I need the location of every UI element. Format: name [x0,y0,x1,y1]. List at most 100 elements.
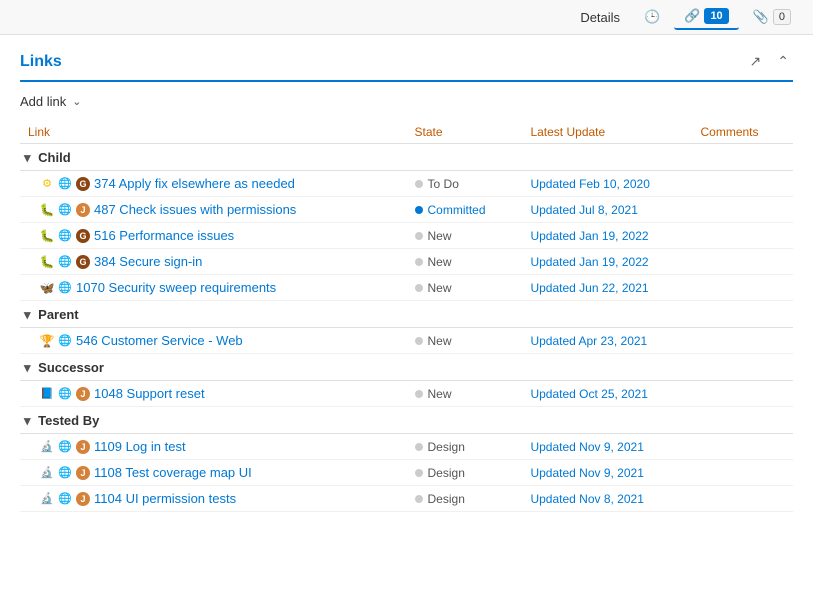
attachments-count-badge: 0 [773,9,791,25]
state-td: Committed [407,197,523,223]
details-tab[interactable]: Details [570,6,630,29]
work-item-link[interactable]: 487 Check issues with permissions [94,202,296,217]
state-cell: Design [415,440,515,454]
update-label: Updated Jun 22, 2021 [530,281,648,295]
state-label: New [428,255,452,269]
state-label: Design [428,466,465,480]
links-header: Links ↗ ⌃ [20,51,793,82]
work-item-link[interactable]: 1109 Log in test [94,439,186,454]
attachments-tab[interactable]: 📎 0 [743,5,801,29]
state-td: New [407,275,523,301]
links-title: Links [20,53,62,71]
link-cell: 🐛🌐J487 Check issues with permissions [28,202,399,217]
group-row: ▾ Child [20,144,793,171]
work-item-link[interactable]: 374 Apply fix elsewhere as needed [94,176,295,191]
update-label: Updated Jul 8, 2021 [530,203,637,217]
header-actions: ↗ ⌃ [746,51,793,72]
group-toggle[interactable]: ▾ [24,150,31,165]
avatar: G [76,255,90,269]
work-item-link[interactable]: 384 Secure sign-in [94,254,202,269]
chevron-down-icon: ⌄ [72,95,81,108]
update-td: Updated Nov 9, 2021 [522,434,692,460]
links-tab[interactable]: 🔗 10 [674,4,738,30]
update-td: Updated Jul 8, 2021 [522,197,692,223]
group-row: ▾ Tested By [20,407,793,434]
group-cell: ▾ Tested By [20,407,793,434]
work-item-link[interactable]: 546 Customer Service - Web [76,333,243,348]
task-icon: ⚙ [40,177,54,191]
update-label: Updated Feb 10, 2020 [530,177,649,191]
main-content: Links ↗ ⌃ Add link ⌄ Link State Latest U… [0,35,813,528]
state-dot-icon [415,443,423,451]
state-td: To Do [407,171,523,197]
comments-td [693,434,794,460]
table-row: 🔬🌐J1104 UI permission tests Design Updat… [20,486,793,512]
book-icon: 📘 [40,387,54,401]
globe-icon: 🌐 [58,177,72,191]
group-toggle[interactable]: ▾ [24,307,31,322]
update-label: Updated Jan 19, 2022 [530,229,648,243]
trophy-icon: 🏆 [40,334,54,348]
state-cell: Design [415,492,515,506]
table-row: 🔬🌐J1108 Test coverage map UI Design Upda… [20,460,793,486]
link-cell: 🦋🌐1070 Security sweep requirements [28,280,399,295]
group-cell: ▾ Child [20,144,793,171]
work-item-link[interactable]: 1070 Security sweep requirements [76,280,276,295]
comments-td [693,328,794,354]
state-dot-icon [415,390,423,398]
comments-td [693,171,794,197]
update-label: Updated Nov 8, 2021 [530,492,643,506]
globe-icon: 🌐 [58,203,72,217]
history-tab[interactable]: 🕒 [634,5,670,29]
work-item-link[interactable]: 1108 Test coverage map UI [94,465,252,480]
link-td: 🔬🌐J1109 Log in test [20,434,407,460]
group-toggle[interactable]: ▾ [24,413,31,428]
comments-td [693,486,794,512]
work-item-link[interactable]: 516 Performance issues [94,228,234,243]
link-cell: ⚙🌐G374 Apply fix elsewhere as needed [28,176,399,191]
bug-icon: 🐛 [40,229,54,243]
feature-icon: 🦋 [40,281,54,295]
work-item-link[interactable]: 1104 UI permission tests [94,491,236,506]
add-link-row[interactable]: Add link ⌄ [20,94,793,109]
state-dot-icon [415,284,423,292]
top-bar: Details 🕒 🔗 10 📎 0 [0,0,813,35]
update-td: Updated Apr 23, 2021 [522,328,692,354]
links-icon: 🔗 [684,8,700,24]
state-label: Committed [428,203,486,217]
update-td: Updated Jan 19, 2022 [522,223,692,249]
state-dot-icon [415,337,423,345]
state-cell: New [415,387,515,401]
state-td: Design [407,434,523,460]
group-label: Parent [38,307,78,322]
comments-td [693,460,794,486]
state-td: Design [407,486,523,512]
group-toggle[interactable]: ▾ [24,360,31,375]
state-cell: Committed [415,203,515,217]
avatar: J [76,492,90,506]
expand-icon[interactable]: ↗ [746,51,766,72]
state-cell: New [415,229,515,243]
table-row: 🐛🌐G384 Secure sign-in New Updated Jan 19… [20,249,793,275]
comments-td [693,223,794,249]
link-td: 🔬🌐J1104 UI permission tests [20,486,407,512]
collapse-icon[interactable]: ⌃ [773,51,793,72]
links-table: Link State Latest Update Comments ▾ Chil… [20,121,793,512]
globe-icon: 🌐 [58,492,72,506]
table-row: 🐛🌐G516 Performance issues New Updated Ja… [20,223,793,249]
state-label: New [428,281,452,295]
link-td: 📘🌐J1048 Support reset [20,381,407,407]
update-td: Updated Nov 9, 2021 [522,460,692,486]
state-dot-icon [415,495,423,503]
col-link: Link [20,121,407,144]
link-td: 🐛🌐G384 Secure sign-in [20,249,407,275]
work-item-link[interactable]: 1048 Support reset [94,386,205,401]
state-label: New [428,387,452,401]
state-dot-icon [415,232,423,240]
state-label: To Do [428,177,459,191]
state-td: New [407,328,523,354]
link-cell: 📘🌐J1048 Support reset [28,386,399,401]
link-cell: 🏆🌐546 Customer Service - Web [28,333,399,348]
globe-icon: 🌐 [58,387,72,401]
link-cell: 🔬🌐J1108 Test coverage map UI [28,465,399,480]
